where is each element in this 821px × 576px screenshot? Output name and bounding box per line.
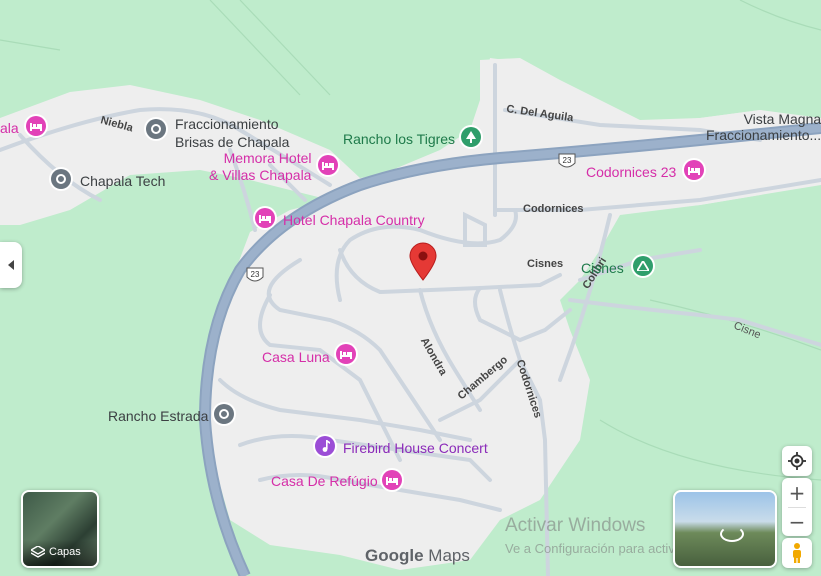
zoom-out-button[interactable]: − <box>782 508 812 536</box>
poi-label-vista-magna[interactable]: Vista Magna Fraccionamiento... <box>706 111 821 143</box>
hotel-icon[interactable] <box>382 470 402 490</box>
hotel-icon[interactable] <box>318 155 338 175</box>
google-maps-logo: Google Maps <box>365 546 470 566</box>
location-marker-dot <box>418 251 428 261</box>
hotel-icon[interactable] <box>336 344 356 364</box>
collapse-panel-button[interactable] <box>0 242 22 288</box>
poi-label-line: Fraccionamiento <box>175 116 279 132</box>
highway-shield-label: 23 <box>563 156 572 165</box>
place-icon[interactable] <box>51 169 71 189</box>
poi-label-rancho-estrada[interactable]: Rancho Estrada <box>108 408 208 424</box>
zoom-controls: + − <box>782 478 812 536</box>
poi-label-casa-luna[interactable]: Casa Luna <box>262 349 330 365</box>
poi-label-hotel-left[interactable]: ala <box>0 120 19 136</box>
poi-label-line: Fraccionamiento... <box>706 127 821 143</box>
zoom-in-button[interactable]: + <box>782 479 812 507</box>
pegman-icon <box>793 543 801 563</box>
my-location-button[interactable] <box>782 446 812 476</box>
poi-label-firebird[interactable]: Firebird House Concert <box>343 440 488 456</box>
poi-label-chapala-tech[interactable]: Chapala Tech <box>80 173 165 189</box>
google-wordmark: Google <box>365 546 424 565</box>
crosshair-icon <box>788 452 806 470</box>
poi-label-fracc-brisas[interactable]: Fraccionamiento Brisas de Chapala <box>175 115 289 151</box>
poi-label-rancho-tigres[interactable]: Rancho los Tigres <box>343 131 455 147</box>
hotel-icon[interactable] <box>255 208 275 228</box>
watermark-title: Activar Windows <box>505 515 646 536</box>
maps-wordmark: Maps <box>428 546 470 565</box>
highway-shield: 23 <box>246 267 264 282</box>
layers-icon <box>31 546 45 558</box>
layers-label: Capas <box>49 546 81 558</box>
street-label-cisnes: Cisnes <box>527 258 564 270</box>
hotel-icon[interactable] <box>26 116 46 136</box>
rotate-360-icon <box>720 526 744 542</box>
campground-icon[interactable] <box>633 256 653 276</box>
pegman-button[interactable] <box>782 538 812 568</box>
poi-label-line: Brisas de Chapala <box>175 134 290 150</box>
tree-icon[interactable] <box>461 127 481 147</box>
hotel-icon[interactable] <box>684 160 704 180</box>
poi-label-codornices-23[interactable]: Codornices 23 <box>586 164 676 180</box>
caret-left-icon <box>8 260 14 270</box>
poi-label-cisnes-park[interactable]: Cisnes <box>581 260 624 276</box>
poi-label-line: Memora Hotel <box>223 150 312 166</box>
street-label-codornices-top: Codornices <box>523 203 584 215</box>
poi-label-memora[interactable]: Memora Hotel & Villas Chapala <box>209 150 311 184</box>
poi-label-casa-refugio[interactable]: Casa De Refúgio <box>271 473 378 489</box>
place-icon[interactable] <box>214 404 234 424</box>
poi-label-line: & Villas Chapala <box>209 167 312 183</box>
layers-button[interactable]: Capas <box>21 490 99 568</box>
place-icon[interactable] <box>146 119 166 139</box>
poi-label-hotel-country[interactable]: Hotel Chapala Country <box>283 212 425 228</box>
highway-shield-label: 23 <box>251 270 260 279</box>
highway-shield: 23 <box>558 153 576 168</box>
poi-label-line: Vista Magna <box>743 111 821 127</box>
music-icon[interactable] <box>315 436 335 456</box>
street-view-thumbnail[interactable] <box>673 490 777 568</box>
